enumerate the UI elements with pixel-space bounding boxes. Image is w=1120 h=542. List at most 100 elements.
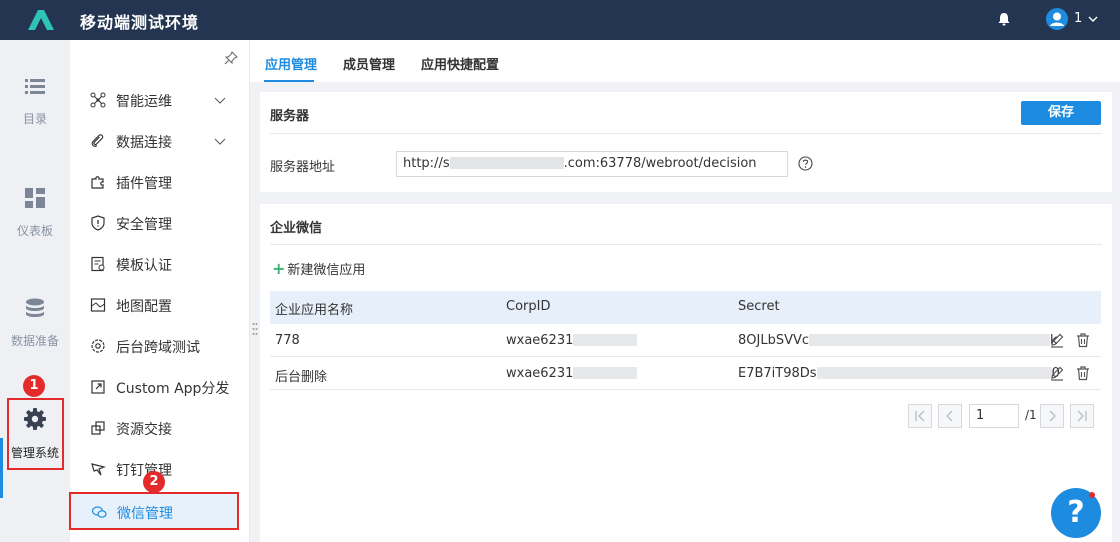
table-row: 后台删除 wxae6231 E7B7iT98Ds 0 <box>270 357 1101 390</box>
new-wechat-app-button[interactable]: + 新建微信应用 <box>272 259 365 278</box>
certificate-icon <box>91 256 105 272</box>
tab-bar: 应用管理 成员管理 应用快捷配置 <box>250 40 1120 82</box>
first-page-button[interactable] <box>908 404 932 428</box>
trash-icon[interactable] <box>1075 365 1091 381</box>
menu-item-plugins[interactable]: 插件管理 <box>70 164 250 200</box>
rail-label-dashboard: 仪表板 <box>16 224 53 238</box>
server-address-input[interactable]: http://s .com:63778/webroot/decision <box>396 151 788 177</box>
last-page-icon <box>1077 410 1087 422</box>
server-panel: 服务器 <box>260 92 1112 192</box>
plus-icon: + <box>272 259 286 278</box>
wechat-title: 企业微信 <box>270 221 323 236</box>
save-button[interactable]: 保存 <box>1021 101 1101 125</box>
rail-item-dashboard[interactable]: 仪表板 <box>0 188 70 258</box>
row-app-name: 778 <box>275 333 300 348</box>
first-page-icon <box>915 410 925 422</box>
row-app-name: 后台删除 <box>275 370 328 385</box>
page-input[interactable]: 1 <box>969 404 1019 428</box>
row-secret: E7B7iT98Ds 0 <box>738 366 1060 381</box>
chevron-left-icon <box>946 410 953 422</box>
menu-label-wechat: 微信管理 <box>117 506 173 522</box>
menu-item-custom-app[interactable]: Custom App分发 <box>70 369 250 405</box>
chevron-down-icon[interactable] <box>214 94 226 106</box>
shield-icon <box>91 215 105 231</box>
share-icon <box>91 380 105 394</box>
splitter-handle[interactable] <box>252 322 258 336</box>
list-icon <box>25 79 45 94</box>
last-page-button[interactable] <box>1070 404 1094 428</box>
table-header: 企业应用名称 CorpID Secret <box>270 291 1101 324</box>
redacted-block <box>816 366 1052 379</box>
user-avatar[interactable] <box>1046 8 1068 30</box>
tab-app-shortcut-config[interactable]: 应用快捷配置 <box>421 54 499 73</box>
question-circle-icon[interactable] <box>798 156 813 171</box>
row-corpid: wxae6231 <box>506 366 638 381</box>
row-corpid: wxae6231 <box>506 333 638 348</box>
top-bar: 移动端测试环境 1 <box>0 0 1120 40</box>
user-icon <box>1050 12 1064 26</box>
rail-active-indicator <box>0 438 3 498</box>
menu-label-data-connection: 数据连接 <box>116 135 172 151</box>
tab-active-underline <box>264 80 314 82</box>
server-address-prefix: http://s <box>403 156 450 171</box>
menu-label-ops: 智能运维 <box>116 94 172 110</box>
exchange-icon <box>91 421 105 435</box>
edit-icon[interactable] <box>1049 365 1065 381</box>
menu-item-wechat[interactable]: 微信管理 <box>69 492 239 530</box>
tab-member-management[interactable]: 成员管理 <box>343 54 395 73</box>
menu-item-cors-test[interactable]: 后台跨域测试 <box>70 328 250 364</box>
nodes-icon <box>90 92 106 108</box>
tab-app-management[interactable]: 应用管理 <box>265 54 317 73</box>
server-address-label: 服务器地址 <box>270 160 336 175</box>
chevron-right-icon <box>1049 410 1056 422</box>
next-page-button[interactable] <box>1040 404 1064 428</box>
chevron-down-icon[interactable] <box>1087 13 1099 25</box>
pin-icon[interactable] <box>224 51 238 65</box>
menu-item-security[interactable]: 安全管理 <box>70 205 250 241</box>
menu-label-plugins: 插件管理 <box>116 176 172 192</box>
table-row: 778 wxae6231 8OJLbSVVc k <box>270 324 1101 357</box>
row-secret: 8OJLbSVVc k <box>738 333 1058 348</box>
annotation-badge-2: 2 <box>143 471 165 493</box>
logo-icon <box>28 10 54 30</box>
menu-item-resource-handover[interactable]: 资源交接 <box>70 410 250 446</box>
annotation-badge-1: 1 <box>23 375 45 397</box>
server-title: 服务器 <box>270 109 310 124</box>
col-secret: Secret <box>738 299 780 314</box>
menu-item-ops[interactable]: 智能运维 <box>70 82 250 118</box>
menu-label-security: 安全管理 <box>116 217 172 233</box>
puzzle-icon <box>91 176 104 189</box>
prev-page-button[interactable] <box>938 404 962 428</box>
server-divider <box>270 133 1102 134</box>
chevron-down-icon[interactable] <box>214 135 226 147</box>
dingtalk-icon <box>91 463 106 476</box>
rail-item-catalog[interactable]: 目录 <box>0 78 70 148</box>
menu-label-template-cert: 模板认证 <box>116 258 172 274</box>
trash-icon[interactable] <box>1075 332 1091 348</box>
bell-icon[interactable] <box>996 11 1012 27</box>
settings-icon <box>91 339 105 353</box>
dashboard-icon <box>25 188 45 208</box>
menu-item-template-cert[interactable]: 模板认证 <box>70 246 250 282</box>
wechat-icon <box>91 506 107 518</box>
menu-item-map-config[interactable]: 地图配置 <box>70 287 250 323</box>
server-address-suffix: .com:63778/webroot/decision <box>563 156 757 171</box>
rail-label-data-prep: 数据准备 <box>10 334 59 348</box>
database-icon <box>26 298 44 317</box>
map-icon <box>90 298 106 312</box>
redacted-block <box>449 156 564 169</box>
row-secret-prefix: 8OJLbSVVc <box>738 333 810 348</box>
menu-label-custom-app: Custom App分发 <box>116 381 230 397</box>
edit-icon[interactable] <box>1049 332 1065 348</box>
wechat-divider <box>270 244 1102 245</box>
menu-item-data-connection[interactable]: 数据连接 <box>70 123 250 159</box>
row-secret-prefix: E7B7iT98Ds <box>738 366 817 381</box>
app-title: 移动端测试环境 <box>80 13 200 32</box>
menu-label-map-config: 地图配置 <box>116 299 172 315</box>
menu-label-resource-handover: 资源交接 <box>116 422 172 438</box>
redacted-block <box>573 333 638 346</box>
page-total: /1 <box>1025 408 1037 422</box>
row-corpid-text: wxae6231 <box>506 366 574 381</box>
rail-item-data-prep[interactable]: 数据准备 <box>0 298 70 368</box>
user-name[interactable]: 1 <box>1074 11 1082 26</box>
